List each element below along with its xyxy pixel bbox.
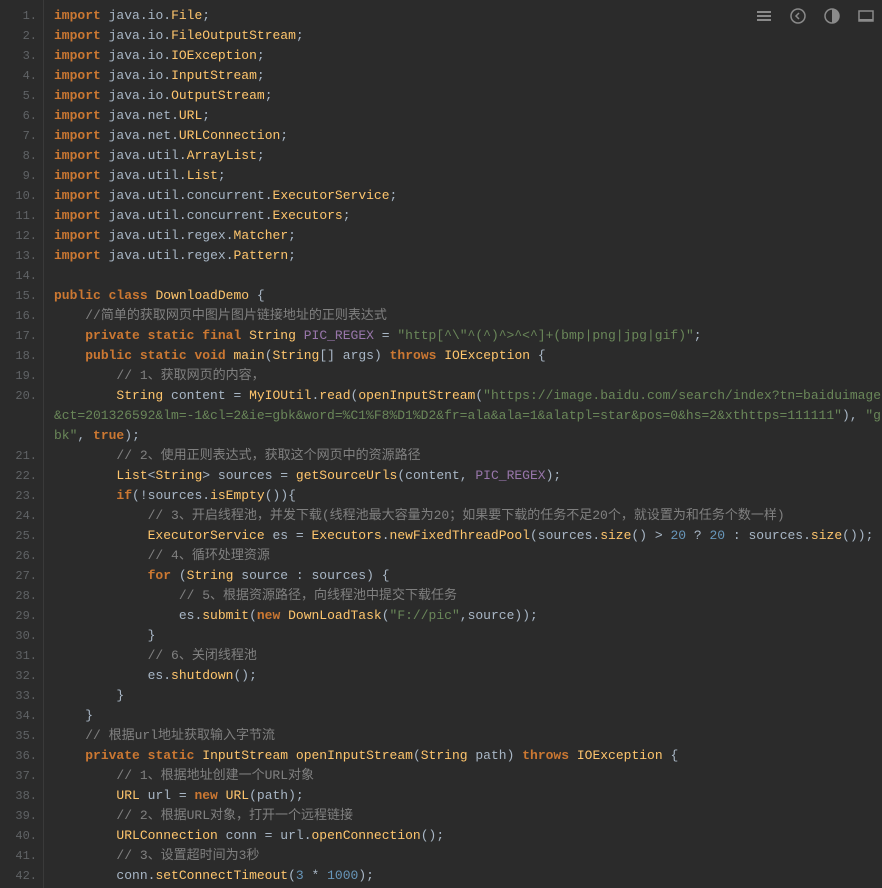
code-line[interactable]: } (54, 626, 882, 646)
line-number: 24. (4, 506, 37, 526)
line-number: 13. (4, 246, 37, 266)
line-number: 26. (4, 546, 37, 566)
code-line[interactable]: // 6、关闭线程池 (54, 646, 882, 666)
line-number: 23. (4, 486, 37, 506)
back-icon[interactable] (790, 8, 806, 24)
line-number: 8. (4, 146, 37, 166)
line-number: 1. (4, 6, 37, 26)
line-gutter: 1.2.3.4.5.6.7.8.9.10.11.12.13.14.15.16.1… (0, 0, 44, 888)
code-line[interactable]: } (54, 686, 882, 706)
code-line[interactable]: import java.io.OutputStream; (54, 86, 882, 106)
line-number: 4. (4, 66, 37, 86)
line-number: 18. (4, 346, 37, 366)
code-line[interactable]: //简单的获取网页中图片图片链接地址的正则表达式 (54, 306, 882, 326)
code-line[interactable]: import java.util.ArrayList; (54, 146, 882, 166)
code-line[interactable]: import java.util.regex.Matcher; (54, 226, 882, 246)
line-number: 29. (4, 606, 37, 626)
line-number: 2. (4, 26, 37, 46)
code-line[interactable]: private static final String PIC_REGEX = … (54, 326, 882, 346)
code-line[interactable]: // 5、根据资源路径，向线程池中提交下载任务 (54, 586, 882, 606)
list-icon[interactable] (756, 8, 772, 24)
line-number: 40. (4, 826, 37, 846)
line-number: 34. (4, 706, 37, 726)
code-editor[interactable]: 1.2.3.4.5.6.7.8.9.10.11.12.13.14.15.16.1… (0, 0, 882, 888)
code-line[interactable]: import java.util.concurrent.Executors; (54, 206, 882, 226)
line-number: 19. (4, 366, 37, 386)
line-number: 21. (4, 446, 37, 466)
code-line[interactable]: } (54, 706, 882, 726)
line-number: 33. (4, 686, 37, 706)
line-number: 9. (4, 166, 37, 186)
line-number: 14. (4, 266, 37, 286)
line-number: 28. (4, 586, 37, 606)
line-number: 35. (4, 726, 37, 746)
code-line[interactable]: // 3、设置超时间为3秒 (54, 846, 882, 866)
code-line[interactable]: public static void main(String[] args) t… (54, 346, 882, 366)
code-line[interactable]: // 2、根据URL对象，打开一个远程链接 (54, 806, 882, 826)
line-number: 15. (4, 286, 37, 306)
code-line[interactable]: import java.util.List; (54, 166, 882, 186)
code-line[interactable]: import java.util.concurrent.ExecutorServ… (54, 186, 882, 206)
code-line[interactable]: public class DownloadDemo { (54, 286, 882, 306)
line-number: 37. (4, 766, 37, 786)
line-number: 20. (4, 386, 37, 446)
code-line[interactable]: import java.util.regex.Pattern; (54, 246, 882, 266)
line-number: 36. (4, 746, 37, 766)
code-line[interactable]: // 3、开启线程池，并发下载(线程池最大容量为20；如果要下载的任务不足20个… (54, 506, 882, 526)
line-number: 41. (4, 846, 37, 866)
line-number: 7. (4, 126, 37, 146)
code-line[interactable]: if(!sources.isEmpty()){ (54, 486, 882, 506)
code-line[interactable]: // 2、使用正则表达式，获取这个网页中的资源路径 (54, 446, 882, 466)
line-number: 10. (4, 186, 37, 206)
line-number: 12. (4, 226, 37, 246)
line-number: 22. (4, 466, 37, 486)
code-line[interactable]: import java.io.FileOutputStream; (54, 26, 882, 46)
code-line[interactable]: List<String> sources = getSourceUrls(con… (54, 466, 882, 486)
code-line[interactable]: // 1、获取网页的内容， (54, 366, 882, 386)
code-line[interactable]: // 1、根据地址创建一个URL对象 (54, 766, 882, 786)
code-line[interactable]: import java.io.InputStream; (54, 66, 882, 86)
line-number: 39. (4, 806, 37, 826)
line-number: 6. (4, 106, 37, 126)
line-number: 30. (4, 626, 37, 646)
code-line[interactable]: import java.net.URL; (54, 106, 882, 126)
line-number: 5. (4, 86, 37, 106)
fullscreen-icon[interactable] (858, 8, 874, 24)
line-number: 42. (4, 866, 37, 886)
code-line[interactable]: es.submit(new DownLoadTask("F://pic",sou… (54, 606, 882, 626)
code-line[interactable]: URLConnection conn = url.openConnection(… (54, 826, 882, 846)
line-number: 11. (4, 206, 37, 226)
code-line[interactable]: import java.io.IOException; (54, 46, 882, 66)
line-number: 31. (4, 646, 37, 666)
code-line[interactable]: // 根据url地址获取输入字节流 (54, 726, 882, 746)
code-line[interactable]: es.shutdown(); (54, 666, 882, 686)
code-line[interactable]: for (String source : sources) { (54, 566, 882, 586)
code-line[interactable]: import java.net.URLConnection; (54, 126, 882, 146)
code-area[interactable]: import java.io.File;import java.io.FileO… (44, 0, 882, 888)
code-line[interactable]: conn.setConnectTimeout(3 * 1000); (54, 866, 882, 886)
line-number: 32. (4, 666, 37, 686)
toolbar (756, 8, 874, 24)
line-number: 38. (4, 786, 37, 806)
code-line[interactable] (54, 266, 882, 286)
code-line[interactable]: // 4、循环处理资源 (54, 546, 882, 566)
line-number: 25. (4, 526, 37, 546)
line-number: 3. (4, 46, 37, 66)
code-line[interactable]: ExecutorService es = Executors.newFixedT… (54, 526, 882, 546)
code-line[interactable]: private static InputStream openInputStre… (54, 746, 882, 766)
line-number: 16. (4, 306, 37, 326)
contrast-icon[interactable] (824, 8, 840, 24)
line-number: 27. (4, 566, 37, 586)
line-number: 17. (4, 326, 37, 346)
code-line[interactable]: String content = MyIOUtil.read(openInput… (54, 386, 882, 446)
code-line[interactable]: URL url = new URL(path); (54, 786, 882, 806)
